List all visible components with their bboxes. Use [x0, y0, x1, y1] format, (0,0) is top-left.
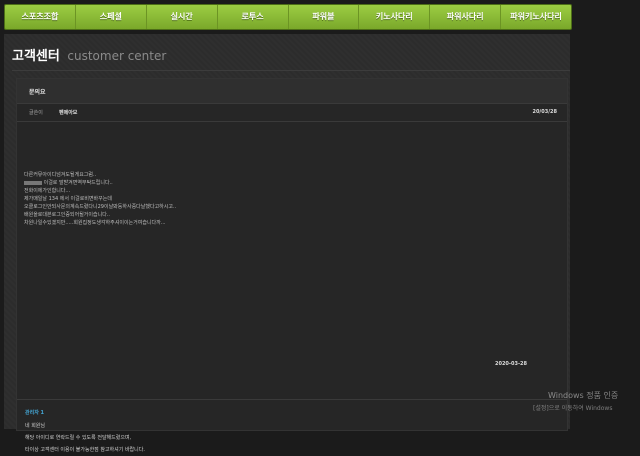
inquiry-line: 오클로그인안되사문의계속드렸다니29이날봐둥하사중다날했다고하시고.. — [24, 204, 177, 210]
nav-lotus[interactable]: 로투스 — [218, 5, 289, 29]
nav-sports-combo[interactable]: 스포츠조합 — [5, 5, 76, 29]
page-subtitle: customer center — [67, 49, 167, 63]
reply-author: 관리자 1 — [25, 410, 45, 416]
inquiry-line: 배원을로대본로그인증되어될거이습니다.. — [24, 212, 110, 218]
inquiry-line-text: 이걸로 말받겨면역부탁드립니다.. — [43, 180, 113, 186]
page-title-text: 고객센터 — [12, 49, 60, 64]
page-title: 고객센터 customer center — [12, 45, 166, 64]
redaction-mark — [24, 180, 42, 185]
nav-live[interactable]: 실시간 — [147, 5, 218, 29]
reply-line: 해당 아이디로 연락드릴 수 있도록 전달해드렸으며, — [25, 435, 132, 441]
inquiry-line: 제가매일날 134 에서 이걸로비면바꾸는데 — [24, 196, 112, 202]
windows-activation-hint: [설정]으로 이동하여 Windows — [533, 405, 613, 412]
inquiry-date: 20/03/28 — [532, 109, 557, 115]
inquiry-line: 이걸로 말받겨면역부탁드립니다.. — [24, 179, 424, 187]
inquiry-body: 다른커뮤아이디넘겨도될게요그럼.. 이걸로 말받겨면역부탁드립니다.. 전화이에… — [24, 171, 424, 227]
nav-power-keno-ladder[interactable]: 파워키노사다리 — [501, 5, 571, 29]
admin-reply: 관리자 1 네 회원님 해당 아이디로 연락드릴 수 있도록 전달해드렸으며, … — [25, 406, 325, 456]
inquiry-panel: 문의요 글쓴이 펜메아모 20/03/28 다른커뮤아이디넘겨도될게요그럼.. … — [16, 78, 568, 453]
reply-line: 타이상 고객센터 이용이 불가능한점 참고하셔기 바랍니다. — [25, 447, 145, 453]
inquiry-subject: 문의요 — [29, 89, 46, 96]
inquiry-line: 다른커뮤아이디넘겨도될게요그럼.. — [24, 172, 97, 178]
nav-special[interactable]: 스페셜 — [76, 5, 147, 29]
inquiry-header: 문의요 — [17, 79, 567, 104]
main-nav: 스포츠조합 스페셜 실시간 로투스 파워볼 키노사다리 파워사다리 파워키노사다… — [4, 4, 572, 30]
nav-power-ladder[interactable]: 파워사다리 — [430, 5, 502, 29]
windows-activation-watermark: Windows 정품 인증 — [548, 391, 619, 400]
inquiry-line: 차원나일수있겠지만.....회원집정도생각하주셔이이는거여습니다까... — [24, 220, 166, 226]
customer-center-page: 고객센터 customer center 문의요 글쓴이 펜메아모 20/03/… — [4, 34, 570, 453]
reply-line: 네 회원님 — [25, 423, 45, 429]
inquiry-line: 전화이에가인합니다... — [24, 188, 71, 194]
author-name: 펜메아모 — [59, 110, 78, 116]
author-label: 글쓴이 — [29, 110, 43, 116]
reply-date: 2020-03-28 — [495, 361, 527, 367]
reply-divider — [17, 399, 567, 400]
inquiry-meta: 글쓴이 펜메아모 20/03/28 — [17, 103, 567, 122]
nav-powerball[interactable]: 파워볼 — [289, 5, 360, 29]
nav-keno-ladder[interactable]: 키노사다리 — [359, 5, 431, 29]
title-divider — [12, 70, 570, 71]
